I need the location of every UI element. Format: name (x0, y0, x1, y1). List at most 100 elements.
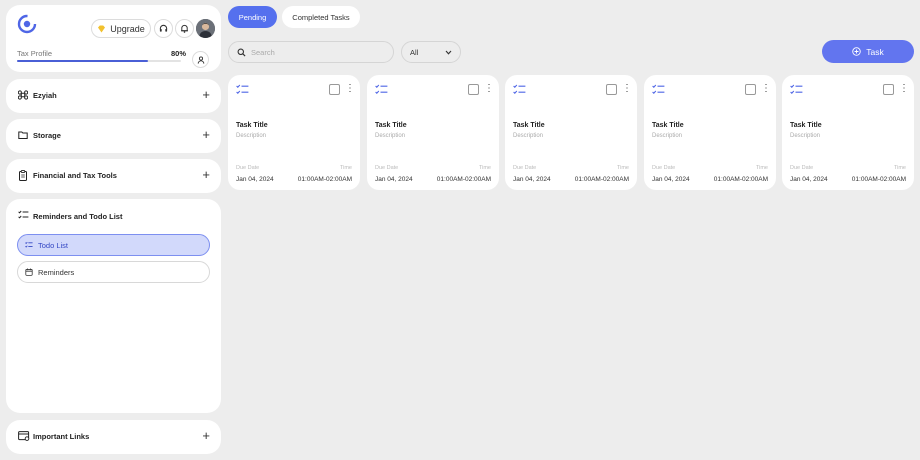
expand-plus-icon[interactable]: + (202, 88, 210, 102)
time-value: 01:00AM-02:00AM (297, 176, 352, 183)
browser-link-icon (18, 431, 30, 441)
checklist-icon (652, 84, 665, 95)
avatar[interactable] (196, 19, 215, 38)
task-title: Task Title (375, 122, 407, 129)
task-title: Task Title (236, 122, 268, 129)
task-card[interactable]: ⋮ Task Title Description Due Date Time J… (228, 75, 360, 190)
expand-plus-icon[interactable]: + (202, 128, 210, 142)
task-card[interactable]: ⋮ Task Title Description Due Date Time J… (782, 75, 914, 190)
checklist-icon (236, 84, 249, 95)
checklist-icon (513, 84, 526, 95)
more-options-icon[interactable]: ⋮ (484, 83, 494, 95)
tax-profile-label: Tax Profile (17, 49, 53, 58)
tab-pending[interactable]: Pending (228, 6, 277, 28)
add-task-label: Task (866, 46, 884, 57)
headset-icon (159, 24, 168, 33)
tax-profile-value: 80% (171, 49, 187, 58)
checklist-icon (25, 241, 33, 249)
tax-profile-progress-fill (17, 60, 149, 62)
expand-plus-icon[interactable]: + (202, 429, 210, 443)
task-checkbox[interactable] (745, 84, 756, 95)
app-logo-icon[interactable] (17, 14, 37, 34)
clipboard-icon (18, 170, 28, 181)
checklist-icon (790, 84, 803, 95)
task-checkbox[interactable] (468, 84, 479, 95)
section-label: Ezyiah (33, 91, 57, 100)
due-date-label: Due Date (236, 165, 260, 171)
task-title: Task Title (513, 122, 545, 129)
profile-button[interactable] (192, 51, 209, 68)
section-title: Reminders and Todo List (33, 212, 123, 221)
task-description: Description (513, 133, 544, 139)
tab-completed-tasks[interactable]: Completed Tasks (282, 6, 360, 28)
add-task-button[interactable]: Task (822, 40, 914, 63)
due-date-value: Jan 04, 2024 (513, 176, 551, 183)
support-button[interactable] (154, 19, 173, 38)
task-checkbox[interactable] (329, 84, 340, 95)
upgrade-button[interactable]: Upgrade (91, 19, 151, 38)
due-date-label: Due Date (375, 165, 399, 171)
sidebar-section-ezyiah[interactable]: Ezyiah + (6, 79, 221, 113)
notifications-button[interactable] (175, 19, 194, 38)
task-description: Description (652, 133, 683, 139)
plus-circle-icon (852, 47, 861, 56)
bell-icon (180, 24, 189, 33)
time-value: 01:00AM-02:00AM (851, 176, 906, 183)
section-label: Storage (33, 131, 61, 140)
sidebar-item-todo-list[interactable]: Todo List (17, 234, 210, 256)
status-filter-select[interactable]: All (401, 41, 461, 63)
sidebar-item-label: Reminders (38, 267, 75, 277)
due-date-value: Jan 04, 2024 (652, 176, 690, 183)
upgrade-label: Upgrade (110, 23, 145, 34)
task-title: Task Title (652, 122, 684, 129)
time-value: 01:00AM-02:00AM (713, 176, 768, 183)
time-label: Time (755, 165, 768, 171)
search-icon (237, 48, 246, 57)
more-options-icon[interactable]: ⋮ (899, 83, 909, 95)
more-options-icon[interactable]: ⋮ (622, 83, 632, 95)
checklist-icon (375, 84, 388, 95)
sidebar-item-label: Todo List (38, 240, 69, 250)
time-value: 01:00AM-02:00AM (436, 176, 491, 183)
more-options-icon[interactable]: ⋮ (761, 83, 771, 95)
command-icon (18, 90, 28, 100)
time-value: 01:00AM-02:00AM (574, 176, 629, 183)
diamond-icon (97, 25, 106, 33)
time-label: Time (893, 165, 906, 171)
task-card[interactable]: ⋮ Task Title Description Due Date Time J… (367, 75, 499, 190)
checklist-icon (18, 210, 29, 220)
calendar-icon (25, 268, 33, 276)
due-date-label: Due Date (790, 165, 814, 171)
tax-profile-progress (17, 60, 181, 62)
sidebar-section-storage[interactable]: Storage + (6, 119, 221, 153)
sidebar-item-reminders[interactable]: Reminders (17, 261, 210, 283)
more-options-icon[interactable]: ⋮ (345, 83, 355, 95)
search-input[interactable] (251, 47, 381, 57)
task-card[interactable]: ⋮ Task Title Description Due Date Time J… (644, 75, 776, 190)
task-description: Description (375, 133, 406, 139)
time-label: Time (616, 165, 629, 171)
task-description: Description (790, 133, 821, 139)
user-icon (197, 56, 205, 64)
chevron-down-icon (445, 50, 452, 55)
sidebar-section-financial-tools[interactable]: Financial and Tax Tools + (6, 159, 221, 193)
due-date-value: Jan 04, 2024 (236, 176, 274, 183)
profile-card: Upgrade Tax Profile 80% (6, 5, 221, 72)
section-label: Financial and Tax Tools (33, 171, 117, 180)
task-description: Description (236, 133, 267, 139)
section-label: Important Links (33, 432, 90, 441)
task-title: Task Title (790, 122, 822, 129)
task-checkbox[interactable] (883, 84, 894, 95)
time-label: Time (478, 165, 491, 171)
due-date-label: Due Date (652, 165, 676, 171)
folder-icon (18, 130, 28, 140)
filter-selected-value: All (410, 47, 419, 57)
reminders-todo-panel: Reminders and Todo List Todo List Remind… (6, 199, 221, 413)
task-checkbox[interactable] (606, 84, 617, 95)
search-box[interactable] (228, 41, 394, 63)
sidebar-section-important-links[interactable]: Important Links + (6, 420, 221, 454)
expand-plus-icon[interactable]: + (202, 168, 210, 182)
due-date-value: Jan 04, 2024 (790, 176, 828, 183)
task-card[interactable]: ⋮ Task Title Description Due Date Time J… (505, 75, 637, 190)
due-date-value: Jan 04, 2024 (375, 176, 413, 183)
